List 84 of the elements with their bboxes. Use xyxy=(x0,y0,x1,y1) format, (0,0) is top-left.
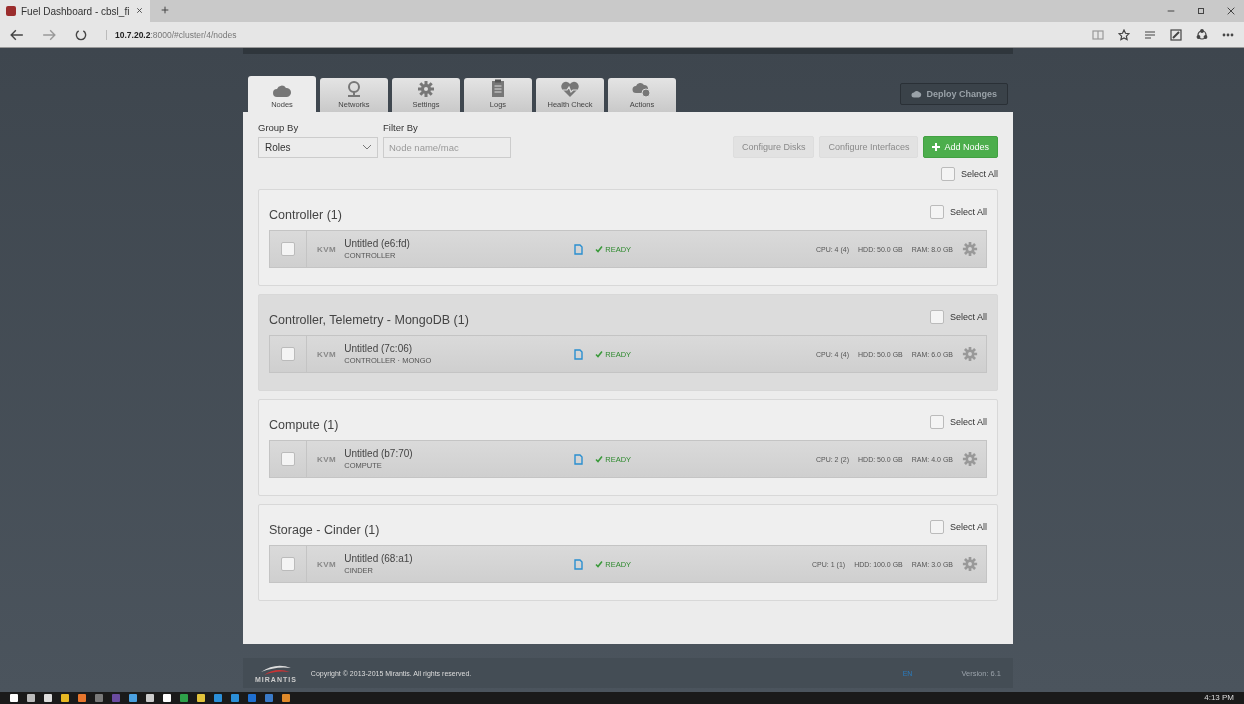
address-field[interactable]: 10.7.20.2:8000/#cluster/4/nodes xyxy=(106,29,237,40)
check-icon xyxy=(595,455,604,463)
checkbox[interactable] xyxy=(929,520,944,534)
taskbar-icon[interactable] xyxy=(248,694,256,702)
taskbar-icon[interactable] xyxy=(78,694,86,702)
group-title: Controller, Telemetry - MongoDB (1) xyxy=(269,313,469,327)
field-label: Filter By xyxy=(383,122,419,133)
settings-icon[interactable] xyxy=(962,556,978,572)
node-type: KVM xyxy=(317,559,337,569)
node-name: Untitled (7c:06) xyxy=(344,343,414,354)
document-icon[interactable] xyxy=(574,453,584,465)
checkbox[interactable] xyxy=(929,415,944,429)
checkbox[interactable] xyxy=(929,310,944,324)
document-icon[interactable] xyxy=(574,558,584,570)
taskbar-icon[interactable] xyxy=(146,694,154,702)
taskbar-icon[interactable] xyxy=(231,694,239,702)
checkbox-label: Select All xyxy=(960,169,998,179)
node-type: KVM xyxy=(317,244,337,254)
node-type: KVM xyxy=(317,454,337,464)
taskbar-icon[interactable] xyxy=(10,694,18,702)
taskbar-icon[interactable] xyxy=(265,694,273,702)
checkbox[interactable] xyxy=(281,347,295,361)
node-name: Untitled (b7:70) xyxy=(344,448,414,459)
checkbox[interactable] xyxy=(929,205,944,219)
check-icon xyxy=(595,560,604,568)
taskbar-icon[interactable] xyxy=(95,694,103,702)
settings-icon[interactable] xyxy=(962,451,978,467)
document-icon[interactable] xyxy=(574,348,584,360)
checkbox-label: Select All xyxy=(949,207,987,217)
clock: 4:13 PM xyxy=(1204,692,1234,704)
close-icon[interactable] xyxy=(135,6,144,15)
node-name: Untitled (68:a1) xyxy=(344,553,414,564)
cloud-icon xyxy=(911,90,923,98)
plus-icon xyxy=(932,143,941,151)
people-icon[interactable] xyxy=(1196,28,1208,41)
app-icon xyxy=(6,6,16,16)
taskbar-icon[interactable] xyxy=(180,694,188,702)
browser-tab[interactable]: Fuel Dashboard - cbsl_fi xyxy=(0,0,150,22)
deploy-button[interactable]: Deploy Changes xyxy=(900,83,1008,105)
taskbar-icon[interactable] xyxy=(214,694,222,702)
heart-icon xyxy=(560,81,580,98)
checkbox[interactable] xyxy=(940,167,955,181)
checkbox[interactable] xyxy=(281,557,295,571)
check-icon xyxy=(595,350,604,358)
group-title: Controller (1) xyxy=(269,208,342,222)
gear-icon xyxy=(417,80,435,98)
star-icon[interactable] xyxy=(1118,28,1130,41)
settings-icon[interactable] xyxy=(962,241,978,257)
settings-icon[interactable] xyxy=(962,346,978,362)
network-icon xyxy=(345,80,363,98)
cloud-icon xyxy=(272,84,292,98)
taskbar-icon[interactable] xyxy=(27,694,35,702)
group-by-dropdown[interactable]: Roles xyxy=(258,137,378,158)
document-icon[interactable] xyxy=(574,243,584,255)
node-name: Untitled (e6:fd) xyxy=(344,238,411,249)
group-title: Compute (1) xyxy=(269,418,339,432)
checkbox-label: Select All xyxy=(949,522,987,532)
back-icon[interactable] xyxy=(10,27,24,42)
chevron-down-icon xyxy=(363,145,371,150)
taskbar-icon[interactable] xyxy=(112,694,120,702)
checkbox[interactable] xyxy=(281,242,295,256)
taskbar-icon[interactable] xyxy=(197,694,205,702)
pen-icon[interactable] xyxy=(1170,28,1182,41)
menu-icon[interactable] xyxy=(1144,28,1156,41)
checkbox[interactable] xyxy=(281,452,295,466)
book-icon[interactable] xyxy=(1092,28,1104,41)
checkbox-label: Select All xyxy=(949,417,987,427)
cloud-gear-icon xyxy=(632,81,652,98)
close-icon[interactable] xyxy=(1226,6,1236,16)
group-title: Storage - Cinder (1) xyxy=(269,523,380,537)
field-label: Group By xyxy=(258,122,300,133)
clipboard-icon xyxy=(491,79,505,98)
taskbar-icon[interactable] xyxy=(129,694,137,702)
taskbar-icon[interactable] xyxy=(163,694,171,702)
check-icon xyxy=(595,245,604,253)
node-type: KVM xyxy=(317,349,337,359)
filter-field[interactable]: Node name/mac xyxy=(383,137,511,158)
taskbar-icon[interactable] xyxy=(44,694,52,702)
restore-icon[interactable] xyxy=(1196,6,1206,16)
taskbar-icon[interactable] xyxy=(61,694,69,702)
forward-icon[interactable] xyxy=(42,27,56,42)
plus-icon[interactable] xyxy=(160,5,170,15)
checkbox-label: Select All xyxy=(949,312,987,322)
taskbar-icon[interactable] xyxy=(282,694,290,702)
